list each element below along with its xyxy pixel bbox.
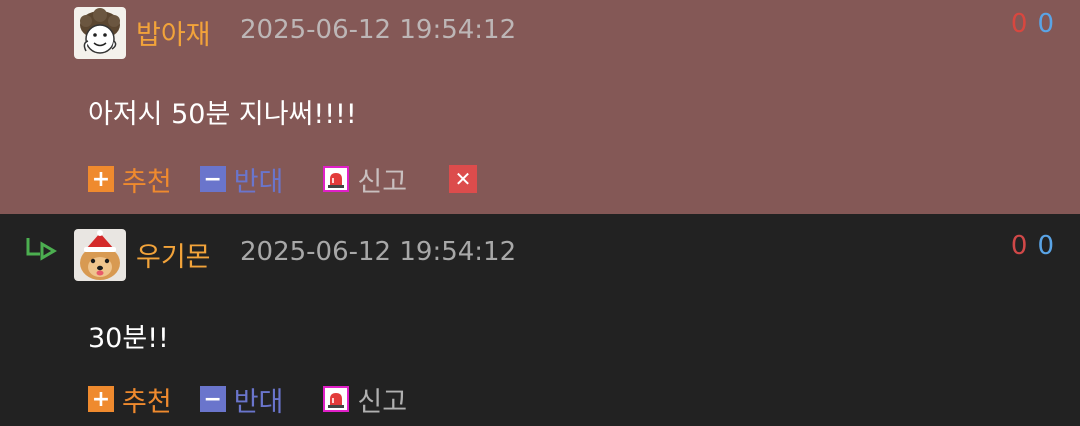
nickname[interactable]: 밥아재 (136, 13, 211, 52)
downvote-count: 0 (1037, 9, 1054, 39)
report-button[interactable]: 신고 (323, 160, 407, 199)
comment-text: 30분!! (88, 323, 169, 354)
doodle-character-avatar (74, 7, 126, 59)
close-icon: ✕ (454, 167, 472, 191)
recommend-label: 추천 (122, 386, 172, 418)
siren-icon (323, 386, 350, 412)
comment-item: 밥아재 2025-06-12 19:54:12 00 아저시 50분 지나써!!… (0, 0, 1080, 214)
oppose-button[interactable]: − 반대 (199, 160, 284, 199)
nickname[interactable]: 우기몬 (136, 235, 211, 274)
downvote-count: 0 (1037, 231, 1054, 261)
report-label: 신고 (357, 166, 408, 198)
recommend-label: 추천 (122, 166, 172, 198)
plus-icon: + (88, 166, 114, 192)
vote-counts: 00 (1011, 231, 1054, 261)
upvote-count: 0 (1010, 9, 1028, 39)
comment-date: 2025-06-12 19:54:12 (240, 237, 517, 267)
plus-icon: + (88, 386, 114, 412)
user-avatar[interactable] (74, 229, 126, 281)
reply-comment-item: 우기몬 2025-06-12 19:54:12 00 30분!! + 추천 − … (0, 214, 1080, 426)
reply-arrow-icon (26, 238, 57, 261)
upvote-count: 0 (1010, 231, 1028, 261)
recommend-button[interactable]: + 추천 (88, 380, 172, 419)
delete-button[interactable]: ✕ (449, 165, 478, 193)
comment-actions: + 추천 − 반대 신고 (88, 380, 447, 419)
vote-counts: 00 (1011, 9, 1054, 39)
siren-icon (323, 166, 350, 192)
dog-santa-hat-avatar (74, 229, 126, 281)
oppose-label: 반대 (233, 386, 284, 418)
minus-icon: − (199, 166, 226, 192)
minus-icon: − (199, 386, 226, 412)
recommend-button[interactable]: + 추천 (88, 160, 172, 199)
report-label: 신고 (357, 386, 408, 418)
report-button[interactable]: 신고 (323, 380, 407, 419)
comment-date: 2025-06-12 19:54:12 (240, 15, 517, 45)
oppose-label: 반대 (233, 166, 284, 198)
oppose-button[interactable]: − 반대 (199, 380, 284, 419)
comment-actions: + 추천 − 반대 신고 ✕ (88, 160, 478, 199)
user-avatar[interactable] (74, 7, 126, 59)
comment-text: 아저시 50분 지나써!!!! (88, 99, 357, 130)
